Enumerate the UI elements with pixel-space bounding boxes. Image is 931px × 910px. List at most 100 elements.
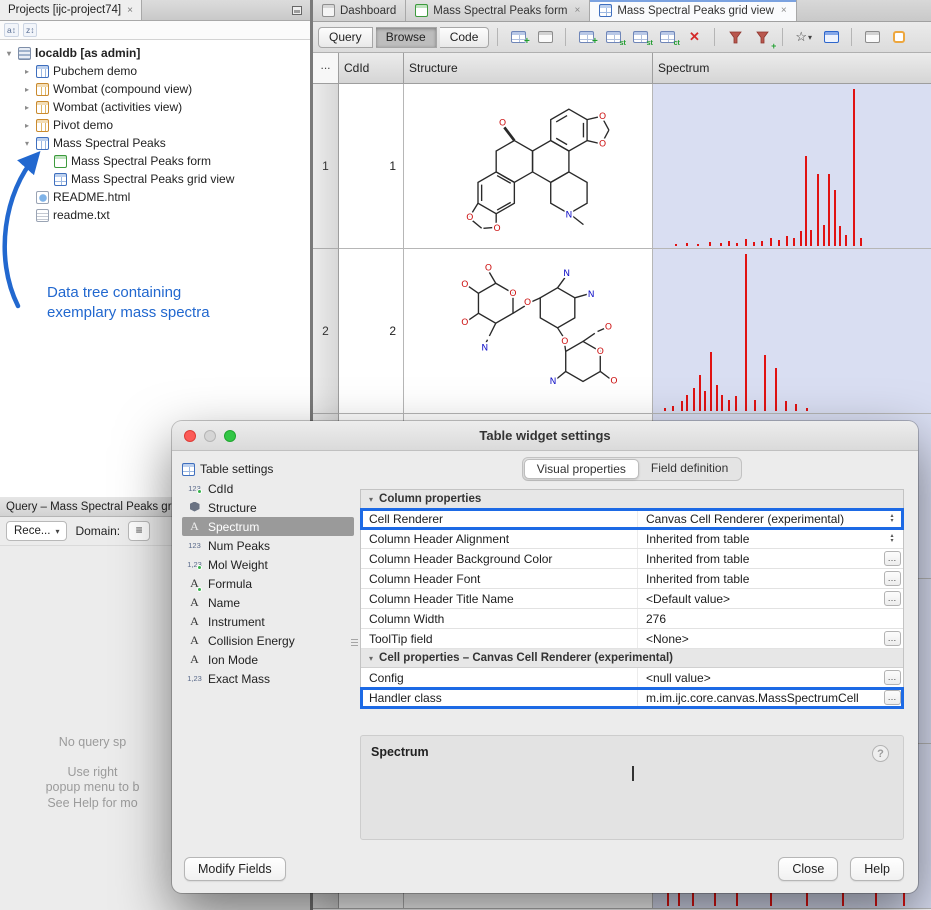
dialog-titlebar[interactable]: Table widget settings: [172, 421, 918, 451]
property-value[interactable]: Inherited from table: [637, 569, 881, 588]
row-header[interactable]: 2: [313, 249, 339, 414]
tree-item[interactable]: Mass Spectral Peaks grid view: [0, 170, 310, 188]
layout-button[interactable]: [887, 26, 911, 48]
property-value[interactable]: Inherited from table: [637, 549, 881, 568]
ellipsis-button[interactable]: …: [884, 551, 901, 566]
field-list-item[interactable]: AInstrument: [182, 612, 354, 631]
tree-item[interactable]: ▸Pubchem demo: [0, 62, 310, 80]
field-list-item[interactable]: AName: [182, 593, 354, 612]
tree-item[interactable]: ▸Wombat (compound view): [0, 80, 310, 98]
add-row-button[interactable]: +: [574, 26, 598, 48]
help-button[interactable]: Help: [850, 857, 904, 881]
minimize-panel-icon[interactable]: [292, 6, 302, 15]
field-name: Structure: [208, 501, 257, 515]
field-list-item[interactable]: 1,23Mol Weight: [182, 555, 354, 574]
field-list-item[interactable]: ASpectrum: [182, 517, 354, 536]
sort-az-icon[interactable]: a↕: [4, 23, 19, 37]
tree-item[interactable]: ▾Mass Spectral Peaks: [0, 134, 310, 152]
property-value[interactable]: <None>: [637, 629, 881, 648]
ellipsis-button[interactable]: …: [884, 571, 901, 586]
chevron-collapsed-icon[interactable]: ▸: [22, 85, 32, 94]
property-value[interactable]: 276: [637, 609, 881, 628]
grid-settings-button[interactable]: [860, 26, 884, 48]
property-value[interactable]: <null value>: [637, 668, 881, 687]
cdid-cell[interactable]: 1: [339, 84, 404, 249]
browse-mode-button[interactable]: Browse: [376, 27, 437, 48]
chevron-expanded-icon[interactable]: ▾: [4, 49, 14, 58]
spectrum-cell[interactable]: [653, 84, 931, 249]
combo-spinner-icon[interactable]: ▴▾: [890, 514, 893, 524]
structure-cell[interactable]: [404, 84, 653, 249]
dialog-sidebar: Table settings 123CdId Structure ASpectrum…: [182, 459, 354, 688]
insert-row-button[interactable]: st: [628, 26, 652, 48]
tab-dashboard[interactable]: Dashboard: [313, 0, 406, 21]
new-view-button[interactable]: +: [506, 26, 530, 48]
tree-item[interactable]: ▾localdb [as admin]: [0, 44, 310, 62]
property-value[interactable]: <Default value>: [637, 589, 881, 608]
close-icon[interactable]: ×: [127, 5, 133, 16]
tree-item[interactable]: ▸Pivot demo: [0, 116, 310, 134]
sort-za-icon[interactable]: z↕: [23, 23, 38, 37]
column-header-spectrum[interactable]: Spectrum: [653, 53, 931, 84]
minimize-window-button[interactable]: [204, 430, 216, 442]
chevron-collapsed-icon[interactable]: ▸: [22, 103, 32, 112]
domain-menu-button[interactable]: ≡: [128, 521, 150, 541]
query-mode-button[interactable]: Query: [318, 27, 373, 48]
tab-mass-spectral-peaks-form[interactable]: Mass Spectral Peaks form ×: [406, 0, 590, 21]
ellipsis-button[interactable]: …: [884, 631, 901, 646]
add-row-start-button[interactable]: st: [601, 26, 625, 48]
field-list-item[interactable]: 1,23Exact Mass: [182, 669, 354, 688]
ellipsis-button[interactable]: …: [884, 591, 901, 606]
tree-item[interactable]: README.html: [0, 188, 310, 206]
filter-button[interactable]: [723, 26, 747, 48]
add-filter-button[interactable]: +: [750, 26, 774, 48]
tree-item[interactable]: readme.txt: [0, 206, 310, 224]
table-settings-root[interactable]: Table settings: [182, 459, 354, 479]
tree-item[interactable]: Mass Spectral Peaks form: [0, 152, 310, 170]
tab-mass-spectral-peaks-grid-view[interactable]: Mass Spectral Peaks grid view ×: [590, 0, 796, 21]
tab-visual-properties[interactable]: Visual properties: [524, 459, 639, 479]
combo-spinner-icon[interactable]: ▴▾: [890, 534, 893, 544]
section-header[interactable]: ▾Cell properties – Canvas Cell Renderer …: [361, 649, 903, 668]
close-window-button[interactable]: [184, 430, 196, 442]
spectrum-cell[interactable]: [653, 249, 931, 414]
chevron-collapsed-icon[interactable]: ▸: [22, 67, 32, 76]
ellipsis-button[interactable]: …: [884, 690, 901, 705]
zoom-window-button[interactable]: [224, 430, 236, 442]
field-list-item[interactable]: AFormula: [182, 574, 354, 593]
field-list-item[interactable]: 123Num Peaks: [182, 536, 354, 555]
code-mode-button[interactable]: Code: [440, 27, 490, 48]
delete-row-button[interactable]: ✕: [682, 26, 706, 48]
section-header[interactable]: ▾Column properties: [361, 490, 903, 509]
structure-cell[interactable]: [404, 249, 653, 414]
property-value[interactable]: Inherited from table: [637, 529, 881, 548]
chevron-collapsed-icon[interactable]: ▸: [22, 121, 32, 130]
help-icon[interactable]: ?: [872, 745, 889, 762]
field-list-item[interactable]: Structure: [182, 498, 354, 517]
row-header[interactable]: 1: [313, 84, 339, 249]
ellipsis-button[interactable]: …: [884, 670, 901, 685]
close-button[interactable]: Close: [778, 857, 838, 881]
column-header-cdid[interactable]: CdId: [339, 53, 404, 84]
close-tab-icon[interactable]: ×: [781, 5, 787, 16]
field-list-item[interactable]: AIon Mode: [182, 650, 354, 669]
add-row-end-button[interactable]: ct: [655, 26, 679, 48]
modify-fields-button[interactable]: Modify Fields: [184, 857, 286, 881]
field-list-item[interactable]: 123CdId: [182, 479, 354, 498]
tab-projects[interactable]: Projects [ijc-project74] ×: [0, 0, 142, 20]
close-tab-icon[interactable]: ×: [574, 5, 580, 16]
column-header-structure[interactable]: Structure: [404, 53, 653, 84]
tab-field-definition[interactable]: Field definition: [639, 459, 740, 479]
tree-item[interactable]: ▸Wombat (activities view): [0, 98, 310, 116]
lists-dropdown-button[interactable]: ☆ ▾: [791, 26, 816, 48]
form-layout-button[interactable]: [533, 26, 557, 48]
splitter-grip[interactable]: [351, 639, 358, 646]
recent-queries-dropdown[interactable]: Rece... ▾: [6, 521, 67, 541]
field-list-item[interactable]: ACollision Energy: [182, 631, 354, 650]
grid-corner-button[interactable]: ...: [313, 53, 339, 84]
chevron-expanded-icon[interactable]: ▾: [22, 139, 32, 148]
property-value[interactable]: m.im.ijc.core.canvas.MassSpectrumCell: [637, 688, 881, 707]
property-value[interactable]: Canvas Cell Renderer (experimental): [637, 509, 881, 528]
cdid-cell[interactable]: 2: [339, 249, 404, 414]
views-button[interactable]: [819, 26, 843, 48]
